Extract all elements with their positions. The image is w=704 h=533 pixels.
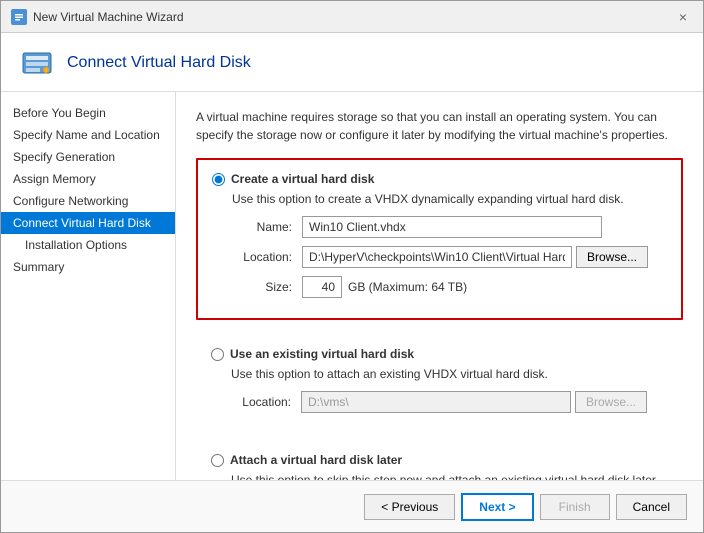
existing-location-input <box>301 391 571 413</box>
option1-label[interactable]: Create a virtual hard disk <box>231 172 374 186</box>
option-attach-later-box: Attach a virtual hard disk later Use thi… <box>196 440 683 480</box>
name-row: Name: <box>212 216 667 238</box>
description-text: A virtual machine requires storage so th… <box>196 108 683 144</box>
option2-label[interactable]: Use an existing virtual hard disk <box>230 347 414 361</box>
sidebar-item-specify-generation[interactable]: Specify Generation <box>1 146 175 168</box>
location-input[interactable] <box>302 246 572 268</box>
wizard-icon <box>11 9 27 25</box>
browse-button-1[interactable]: Browse... <box>576 246 648 268</box>
size-suffix: GB (Maximum: 64 TB) <box>348 280 467 294</box>
sidebar-item-assign-memory[interactable]: Assign Memory <box>1 168 175 190</box>
option-use-existing-box: Use an existing virtual hard disk Use th… <box>196 334 683 434</box>
main-panel: A virtual machine requires storage so th… <box>176 92 703 480</box>
option1-radio-row: Create a virtual hard disk <box>212 172 667 186</box>
option-create-vhd-box: Create a virtual hard disk Use this opti… <box>196 158 683 320</box>
wizard-window: New Virtual Machine Wizard × ! Connect V… <box>0 0 704 533</box>
location-row: Location: Browse... <box>212 246 667 268</box>
title-bar-text: New Virtual Machine Wizard <box>33 10 184 24</box>
title-bar: New Virtual Machine Wizard × <box>1 1 703 33</box>
sidebar: Before You Begin Specify Name and Locati… <box>1 92 176 480</box>
name-label: Name: <box>232 220 302 234</box>
sidebar-item-configure-networking[interactable]: Configure Networking <box>1 190 175 212</box>
sidebar-item-summary[interactable]: Summary <box>1 256 175 278</box>
option3-radio-row: Attach a virtual hard disk later <box>211 453 668 467</box>
next-button[interactable]: Next > <box>461 493 533 521</box>
finish-button[interactable]: Finish <box>540 494 610 520</box>
option3-label[interactable]: Attach a virtual hard disk later <box>230 453 402 467</box>
header-icon: ! <box>21 47 53 79</box>
page-title: Connect Virtual Hard Disk <box>67 54 251 72</box>
name-input[interactable] <box>302 216 602 238</box>
sidebar-item-before-you-begin[interactable]: Before You Begin <box>1 102 175 124</box>
option3-desc: Use this option to skip this step now an… <box>211 473 668 480</box>
option2-desc: Use this option to attach an existing VH… <box>211 367 668 381</box>
size-input[interactable] <box>302 276 342 298</box>
title-bar-left: New Virtual Machine Wizard <box>11 9 184 25</box>
existing-location-row: Location: Browse... <box>211 391 668 413</box>
sidebar-item-installation-options[interactable]: Installation Options <box>1 234 175 256</box>
size-row: Size: GB (Maximum: 64 TB) <box>212 276 667 298</box>
page-header: ! Connect Virtual Hard Disk <box>1 33 703 92</box>
option1-radio[interactable] <box>212 173 225 186</box>
svg-text:!: ! <box>45 68 46 73</box>
footer: < Previous Next > Finish Cancel <box>1 480 703 532</box>
option1-desc: Use this option to create a VHDX dynamic… <box>212 192 667 206</box>
previous-button[interactable]: < Previous <box>364 494 455 520</box>
content-area: Before You Begin Specify Name and Locati… <box>1 92 703 480</box>
existing-location-label: Location: <box>231 395 301 409</box>
option2-radio[interactable] <box>211 348 224 361</box>
location-label: Location: <box>232 250 302 264</box>
browse-button-2: Browse... <box>575 391 647 413</box>
option3-radio[interactable] <box>211 454 224 467</box>
sidebar-item-connect-vhd[interactable]: Connect Virtual Hard Disk <box>1 212 175 234</box>
cancel-button[interactable]: Cancel <box>616 494 687 520</box>
option2-radio-row: Use an existing virtual hard disk <box>211 347 668 361</box>
close-button[interactable]: × <box>673 7 693 27</box>
size-label: Size: <box>232 280 302 294</box>
sidebar-item-specify-name[interactable]: Specify Name and Location <box>1 124 175 146</box>
